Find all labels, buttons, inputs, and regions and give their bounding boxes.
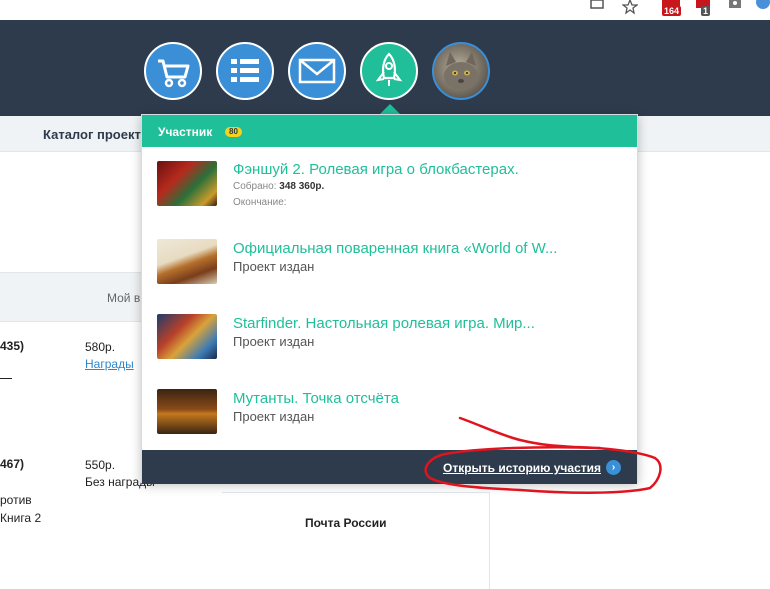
- dropdown-caret: [380, 104, 400, 114]
- level-badge: 80: [225, 127, 242, 137]
- project-title[interactable]: Starfinder. Настольная ролевая игра. Мир…: [233, 315, 535, 332]
- project-status: Проект издан: [233, 334, 315, 349]
- participant-dropdown: Участник 80 Фэншуй 2. Ролевая игра о бло…: [141, 114, 638, 484]
- project-thumbnail[interactable]: [157, 239, 217, 284]
- collected-label: Собрано:: [233, 181, 277, 192]
- project-item[interactable]: Starfinder. Настольная ролевая игра. Мир…: [142, 304, 637, 374]
- row-text: Книга 2: [0, 511, 42, 525]
- column-header: Мой в: [107, 291, 141, 305]
- collected-value: 348 360р.: [279, 181, 325, 192]
- adblock-ext-icon[interactable]: 1: [696, 0, 714, 16]
- divider: [0, 378, 12, 379]
- row-id: 467): [0, 457, 25, 471]
- rocket-icon: [375, 52, 403, 86]
- dropdown-header: Участник 80: [142, 115, 637, 147]
- row-id: 435): [0, 339, 25, 353]
- mail-icon: [298, 58, 336, 84]
- cast-icon[interactable]: [590, 0, 606, 16]
- project-item[interactable]: Мутанты. Точка отсчёта Проект издан: [142, 379, 637, 449]
- collected-line: Собрано: 348 360р.: [233, 181, 324, 192]
- cart-icon: [158, 59, 190, 88]
- delivery-box: [222, 492, 490, 589]
- project-status: Проект издан: [233, 409, 315, 424]
- open-history-link[interactable]: Открыть историю участия: [443, 461, 601, 475]
- project-title[interactable]: Мутанты. Точка отсчёта: [233, 390, 399, 407]
- arrow-right-icon[interactable]: ›: [606, 460, 621, 475]
- row-price: 550р.: [85, 458, 116, 472]
- ext-blue-icon[interactable]: [756, 0, 770, 16]
- end-label: Окончание:: [233, 197, 287, 208]
- row-text: ротив: [0, 493, 32, 507]
- avatar[interactable]: [432, 42, 490, 100]
- rewards-link[interactable]: Награды: [85, 357, 134, 371]
- list-icon: [231, 59, 259, 82]
- rocket-button[interactable]: [360, 42, 418, 100]
- list-button[interactable]: [216, 42, 274, 100]
- badge-count: 164: [662, 6, 682, 16]
- badge-count: 1: [701, 6, 711, 16]
- row-price: 580р.: [85, 340, 116, 354]
- project-thumbnail[interactable]: [157, 389, 217, 434]
- nav-catalog-link[interactable]: Каталог проектов: [43, 127, 143, 142]
- project-item[interactable]: Фэншуй 2. Ролевая игра о блокбастерах. С…: [142, 153, 637, 223]
- dropdown-title: Участник: [158, 125, 213, 139]
- project-item[interactable]: Официальная поваренная книга «World of W…: [142, 229, 637, 299]
- cart-button[interactable]: [144, 42, 202, 100]
- project-thumbnail[interactable]: [157, 161, 217, 206]
- camera-ext-icon[interactable]: [728, 0, 744, 16]
- delivery-label: Почта России: [305, 516, 387, 530]
- calendar-ext-icon[interactable]: 164: [662, 0, 682, 16]
- project-title[interactable]: Фэншуй 2. Ролевая игра о блокбастерах.: [233, 161, 519, 178]
- dropdown-footer: Открыть историю участия ›: [142, 450, 637, 484]
- cat-photo-icon: [444, 52, 478, 90]
- project-status: Проект издан: [233, 259, 315, 274]
- mail-button[interactable]: [288, 42, 346, 100]
- project-title[interactable]: Официальная поваренная книга «World of W…: [233, 240, 557, 257]
- project-thumbnail[interactable]: [157, 314, 217, 359]
- star-icon[interactable]: [621, 0, 639, 16]
- browser-toolbar: 164 1: [0, 0, 770, 20]
